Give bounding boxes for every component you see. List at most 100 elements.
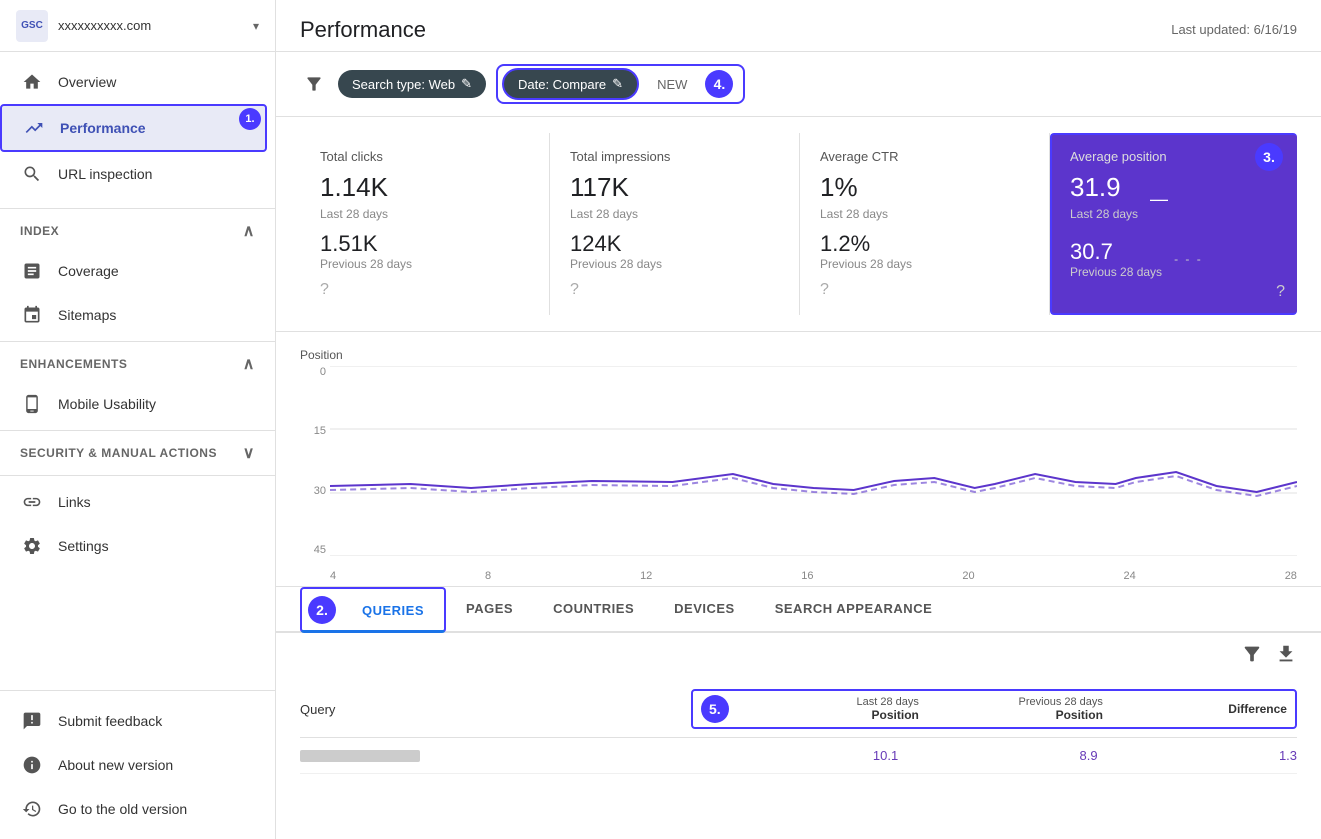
dropdown-icon[interactable]: ▾ [253, 19, 259, 33]
table-section: Query 5. Last 28 days Position Previous … [276, 681, 1321, 774]
sitemaps-label: Sitemaps [58, 307, 116, 323]
tab-queries-wrapper: 2. QUERIES [300, 587, 446, 633]
feedback-icon [20, 709, 44, 733]
chart-y-axis: 0 15 30 45 [300, 366, 330, 556]
y-axis-15: 15 [300, 425, 326, 437]
stat-position-help-icon[interactable]: ? [1276, 283, 1285, 301]
val2-cell: 8.9 [898, 748, 1097, 763]
stat-total-clicks-help-icon[interactable]: ? [320, 281, 329, 298]
tab-queries[interactable]: QUERIES [342, 589, 444, 632]
sidebar-item-coverage[interactable]: Coverage [0, 249, 267, 293]
filter-button[interactable] [300, 70, 328, 98]
stat-impressions-period2: Previous 28 days [570, 257, 779, 271]
date-chip[interactable]: Date: Compare ✎ [502, 68, 639, 100]
coverage-label: Coverage [58, 263, 119, 279]
table-col1-sub: Position [739, 708, 919, 722]
index-chevron-icon: ∧ [243, 221, 255, 241]
link-icon [20, 490, 44, 514]
sidebar-item-performance[interactable]: 1. Performance [0, 104, 267, 152]
sidebar-item-settings[interactable]: Settings [0, 524, 267, 568]
sidebar-item-go-to-old[interactable]: Go to the old version [0, 787, 267, 831]
home-icon [20, 70, 44, 94]
sidebar-item-overview[interactable]: Overview [0, 60, 267, 104]
security-section-header[interactable]: Security & Manual Actions ∨ [0, 435, 275, 471]
tab-pages[interactable]: PAGES [446, 587, 533, 633]
val3-cell: 1.3 [1098, 748, 1297, 763]
date-new-wrapper: Date: Compare ✎ NEW 4. [496, 64, 745, 104]
table-download-button[interactable] [1275, 643, 1297, 671]
sidebar-item-url-inspection[interactable]: URL inspection [0, 152, 267, 196]
stat-impressions-value: 117K [570, 172, 779, 203]
sidebar: GSC xxxxxxxxxx.com ▾ Overview 1. Perform… [0, 0, 276, 839]
stat-position-label: Average position [1070, 149, 1279, 164]
last-updated: Last updated: 6/16/19 [1171, 22, 1297, 37]
search-type-chip[interactable]: Search type: Web ✎ [338, 70, 486, 98]
stat-total-clicks-period1: Last 28 days [320, 207, 529, 221]
sidebar-bottom: Submit feedback About new version Go to … [0, 690, 275, 839]
tab-countries[interactable]: COUNTRIES [533, 587, 654, 633]
stat-ctr-value: 1% [820, 172, 1029, 203]
mobile-usability-label: Mobile Usability [58, 396, 156, 412]
stat-ctr-value2: 1.2% [820, 231, 1029, 257]
y-axis-45: 45 [300, 544, 326, 556]
x-axis-28: 28 [1285, 570, 1297, 582]
security-chevron-icon: ∨ [243, 443, 255, 463]
stat-ctr-help-icon[interactable]: ? [820, 281, 829, 298]
stat-total-clicks-label: Total clicks [320, 149, 529, 164]
stat-card-average-position[interactable]: 3. Average position 31.9 Last 28 days — … [1050, 133, 1297, 315]
stat-card-total-clicks[interactable]: Total clicks 1.14K Last 28 days 1.51K Pr… [300, 133, 550, 315]
article-icon [20, 259, 44, 283]
table-toolbar [276, 633, 1321, 681]
security-label: Security & Manual Actions [20, 446, 217, 460]
links-label: Links [58, 494, 91, 510]
table-col1-header: Last 28 days Position [739, 696, 919, 722]
sidebar-item-links[interactable]: Links [0, 480, 267, 524]
logo-text: GSC [21, 20, 43, 31]
stat-impressions-period1: Last 28 days [570, 207, 779, 221]
y-axis-30: 30 [300, 485, 326, 497]
chart-svg [330, 366, 1297, 556]
tab-search-appearance[interactable]: SEARCH APPEARANCE [755, 587, 953, 633]
stat-impressions-help-icon[interactable]: ? [570, 281, 579, 298]
new-button[interactable]: NEW [643, 71, 701, 98]
stat-impressions-value2: 124K [570, 231, 779, 257]
about-new-version-label: About new version [58, 757, 173, 773]
index-section-header[interactable]: Index ∧ [0, 213, 275, 249]
stat-total-clicks-period2: Previous 28 days [320, 257, 529, 271]
sidebar-logo[interactable]: GSC xxxxxxxxxx.com ▾ [0, 0, 275, 52]
page-title: Performance [300, 17, 426, 43]
chart-section: Position 0 15 30 45 [276, 332, 1321, 587]
main-content: Performance Last updated: 6/16/19 Search… [276, 0, 1321, 839]
info-icon [20, 753, 44, 777]
sidebar-item-sitemaps[interactable]: Sitemaps [0, 293, 267, 337]
stat-card-average-ctr[interactable]: Average CTR 1% Last 28 days 1.2% Previou… [800, 133, 1050, 315]
tab-devices[interactable]: DEVICES [654, 587, 755, 633]
stat-total-clicks-value: 1.14K [320, 172, 529, 203]
main-nav: Overview 1. Performance URL inspection [0, 52, 275, 204]
table-col2-header: Previous 28 days Position [923, 696, 1103, 722]
sidebar-item-submit-feedback[interactable]: Submit feedback [0, 699, 267, 743]
stats-row: Total clicks 1.14K Last 28 days 1.51K Pr… [276, 117, 1321, 332]
stat-ctr-period2: Previous 28 days [820, 257, 1029, 271]
submit-feedback-label: Submit feedback [58, 713, 162, 729]
sidebar-performance-label: Performance [60, 120, 146, 136]
query-blurred-text [300, 750, 420, 762]
enhancements-section-header[interactable]: Enhancements ∧ [0, 346, 275, 382]
table-row: 10.1 8.9 1.3 [300, 738, 1297, 774]
stat-position-period2: Previous 28 days [1070, 265, 1162, 279]
x-axis-24: 24 [1124, 570, 1136, 582]
chart-container: 0 15 30 45 4 [300, 366, 1297, 586]
table-filter-button[interactable] [1241, 643, 1263, 671]
table-col2-sub: Position [923, 708, 1103, 722]
history-icon [20, 797, 44, 821]
stat-position-value2: 30.7 [1070, 239, 1162, 265]
settings-label: Settings [58, 538, 109, 554]
settings-icon [20, 534, 44, 558]
step4-label: 4. [705, 70, 733, 98]
stat-card-total-impressions[interactable]: Total impressions 117K Last 28 days 124K… [550, 133, 800, 315]
table-header-highlighted: 5. Last 28 days Position Previous 28 day… [691, 689, 1297, 729]
main-header: Performance Last updated: 6/16/19 [276, 0, 1321, 52]
sidebar-item-about-new-version[interactable]: About new version [0, 743, 267, 787]
index-section-label: Index [20, 224, 59, 238]
sidebar-item-mobile-usability[interactable]: Mobile Usability [0, 382, 267, 426]
